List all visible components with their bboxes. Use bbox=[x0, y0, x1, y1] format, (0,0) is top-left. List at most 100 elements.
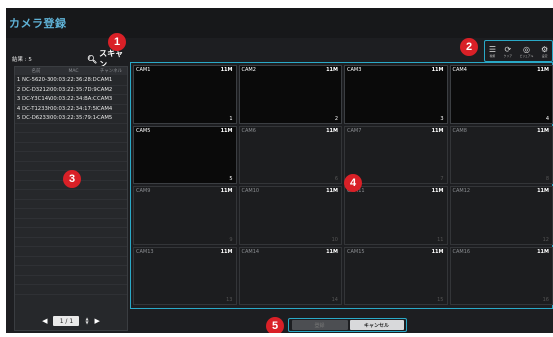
empty-list-row bbox=[15, 238, 127, 247]
page-indicator[interactable]: 1 / 1 bbox=[53, 316, 80, 326]
camera-cell-resolution: 11M bbox=[537, 248, 549, 255]
empty-list-row bbox=[15, 124, 127, 133]
camera-cell-resolution: 11M bbox=[220, 248, 233, 255]
camera-cell[interactable]: CAM6 11M 6 bbox=[238, 125, 342, 184]
camera-cell-resolution: 11M bbox=[537, 127, 549, 134]
camera-cell-index: 14 bbox=[331, 297, 338, 303]
camera-cell[interactable]: CAM8 11M 8 bbox=[449, 125, 553, 184]
camera-cell-index: 5 bbox=[229, 176, 233, 182]
scan-result-count: 結果 : 5 bbox=[12, 57, 32, 63]
list-item[interactable]: 2DC-D3212RX00:03:22:35:7D:9DCAM2 bbox=[15, 86, 127, 95]
camera-cell-resolution: 11M bbox=[220, 188, 233, 194]
camera-cell-resolution: 11M bbox=[326, 188, 338, 194]
list-item-ch: CAM5 bbox=[97, 115, 113, 122]
column-mac: MAC bbox=[68, 68, 79, 74]
camera-cell-name: CAM6 bbox=[241, 127, 256, 134]
camera-cell-index: 9 bbox=[229, 236, 233, 243]
empty-list-row bbox=[15, 143, 127, 152]
column-name: 名前 bbox=[31, 69, 41, 74]
toolbar-settings-button[interactable]: ⚙ 設定 bbox=[541, 45, 548, 58]
camera-cell[interactable]: CAM3 11M 3 bbox=[344, 65, 448, 124]
list-item-n: 2 bbox=[16, 86, 21, 93]
camera-cell-index: 4 bbox=[545, 115, 549, 122]
camera-cell-name: CAM12 bbox=[452, 188, 471, 194]
camera-list[interactable]: 名前 MAC チャンネル 1NC-5620-3Z00:03:22:36:28:D… bbox=[14, 66, 128, 331]
scan-button[interactable]: 🔍︎ スキャン bbox=[87, 49, 130, 69]
camera-cell-name: CAM13 bbox=[136, 248, 154, 255]
empty-list-row bbox=[15, 152, 127, 162]
camera-cell-index: 13 bbox=[226, 297, 233, 303]
reset-icon: ◎ bbox=[523, 44, 530, 54]
camera-cell[interactable]: CAM7 11M 7 bbox=[344, 125, 448, 184]
empty-list-row bbox=[15, 200, 127, 209]
camera-cell[interactable]: CAM13 11M 13 bbox=[133, 246, 237, 305]
callout-badge: 3 bbox=[63, 170, 81, 188]
camera-cell[interactable]: CAM1 11M 1 bbox=[133, 65, 237, 124]
toolbar-reset-button[interactable]: ◎ ビジュアル bbox=[520, 45, 534, 58]
list-item[interactable]: 3DC-Y3C14WR00:03:22:34:BA:CCCAM3 bbox=[15, 95, 127, 105]
camera-cell-resolution: 11M bbox=[220, 127, 233, 134]
camera-cell[interactable]: CAM5 11M 5 bbox=[133, 125, 237, 184]
list-item-mac: 00:03:22:35:7D:9D bbox=[50, 86, 97, 93]
toolbar-refresh-button[interactable]: ⟳ クリア bbox=[504, 45, 512, 58]
page-spinner[interactable]: ▲ ▼ bbox=[85, 317, 88, 325]
camera-cell[interactable]: CAM1111M11 bbox=[344, 186, 448, 245]
register-button[interactable]: 登録 bbox=[291, 320, 348, 330]
camera-cell-name: CAM15 bbox=[347, 248, 365, 255]
camera-cell[interactable]: CAM15 11M 15 bbox=[344, 246, 448, 305]
list-item-ch: CAM2 bbox=[97, 86, 113, 93]
list-item-n: 5 bbox=[16, 115, 21, 122]
camera-cell-index: 15 bbox=[437, 297, 444, 303]
list-icon: ☰ bbox=[488, 44, 496, 54]
list-item-mac: 00:03:22:34:BA:CC bbox=[50, 96, 97, 103]
page-margin-top bbox=[0, 0, 553, 8]
camera-cell-index: 10 bbox=[331, 236, 338, 243]
list-item[interactable]: 4DC-T1233HR00:03:22:34:17:5FCAM4 bbox=[15, 105, 127, 114]
column-channel: チャンネル bbox=[99, 69, 123, 74]
spin-down-icon[interactable]: ▼ bbox=[85, 321, 88, 325]
next-page-icon[interactable]: ▶ bbox=[95, 317, 100, 325]
camera-cell[interactable]: CAM16 11M 16 bbox=[449, 246, 553, 305]
cancel-button[interactable]: キャンセル bbox=[349, 320, 404, 330]
list-item-name: DC-T1233HR bbox=[22, 105, 50, 112]
camera-cell[interactable]: CAM4 11M 4 bbox=[449, 65, 553, 124]
camera-cell-index: 2 bbox=[334, 115, 338, 122]
action-buttons: 登録 キャンセル bbox=[288, 318, 407, 332]
page-margin-left bbox=[0, 0, 6, 337]
list-item-name: DC-D6233HR bbox=[22, 115, 50, 122]
camera-cell-index: 8 bbox=[545, 176, 549, 182]
camera-cell[interactable]: CAM9 11M 9 bbox=[133, 186, 237, 245]
gear-icon: ⚙ bbox=[540, 44, 549, 54]
list-item-mac: 00:03:22:34:17:5F bbox=[50, 105, 97, 112]
camera-cell-name: CAM14 bbox=[241, 248, 260, 255]
camera-list-header: 名前 MAC チャンネル bbox=[15, 67, 127, 75]
camera-cell[interactable]: CAM2 11M 2 bbox=[238, 65, 342, 124]
empty-list-row bbox=[15, 266, 127, 276]
camera-cell-resolution: 11M bbox=[431, 188, 444, 194]
list-item-mac: 00:03:22:35:79:14 bbox=[50, 115, 97, 122]
camera-cell[interactable]: CAM10 11M 10 bbox=[238, 186, 342, 245]
list-item-mac: 00:03:22:36:28:D5 bbox=[50, 77, 97, 84]
list-item-name: DC-Y3C14WR bbox=[22, 96, 50, 103]
callout-badge: 4 bbox=[344, 174, 362, 192]
camera-cell-index: 1 bbox=[229, 115, 233, 122]
prev-page-icon[interactable]: ◀ bbox=[42, 317, 47, 325]
pager: ◀ 1 / 1 ▲ ▼ ▶ bbox=[14, 313, 128, 329]
camera-cell[interactable]: CAM12 11M 12 bbox=[449, 186, 553, 245]
camera-cell-resolution: 11M bbox=[537, 188, 549, 194]
camera-cell-resolution: 11M bbox=[326, 127, 338, 134]
empty-list-row bbox=[15, 133, 127, 143]
camera-cell[interactable]: CAM14 11M 14 bbox=[238, 246, 342, 305]
list-item[interactable]: 1NC-5620-3Z00:03:22:36:28:D5CAM1 bbox=[15, 76, 127, 86]
toolbar-reset-label: ビジュアル bbox=[519, 53, 534, 58]
list-item[interactable]: 5DC-D6233HR00:03:22:35:79:14CAM5 bbox=[15, 114, 127, 124]
toolbar: ☰ 種類 ⟳ クリア ◎ ビジュアル ⚙ 設定 bbox=[484, 40, 553, 62]
toolbar-settings-label: 設定 bbox=[541, 53, 548, 58]
toolbar-refresh-label: クリア bbox=[503, 53, 513, 58]
list-item-n: 3 bbox=[16, 96, 21, 103]
list-item-ch: CAM1 bbox=[97, 77, 113, 84]
camera-cell-resolution: 11M bbox=[431, 248, 444, 255]
toolbar-list-button[interactable]: ☰ 種類 bbox=[489, 45, 496, 58]
list-item-name: NC-5620-3Z bbox=[22, 77, 50, 84]
refresh-icon: ⟳ bbox=[504, 44, 512, 54]
